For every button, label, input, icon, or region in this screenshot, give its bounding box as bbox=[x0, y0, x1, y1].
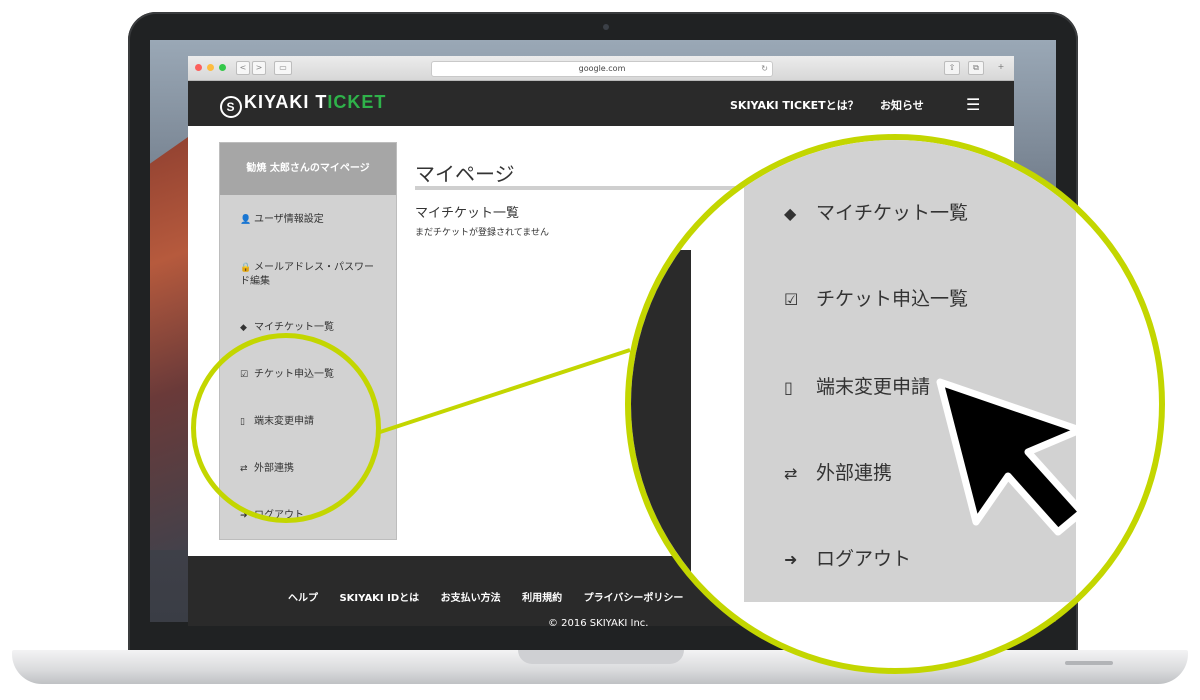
footer-link-help[interactable]: ヘルプ bbox=[288, 593, 318, 604]
footer-link-skiyaki-id[interactable]: SKIYAKI IDとは bbox=[339, 593, 419, 604]
sidebar-toggle-icon[interactable]: ▭ bbox=[274, 61, 292, 75]
menu-icon[interactable]: ☰ bbox=[966, 95, 980, 114]
site-header: S KIYAKI TICKET SKIYAKI TICKETとは？ お知らせ ☰ bbox=[188, 81, 1014, 126]
user-icon: 👤 bbox=[240, 215, 252, 225]
sidebar-item-label: ユーザ情報設定 bbox=[254, 214, 324, 225]
close-window-button[interactable] bbox=[195, 64, 202, 71]
sidebar-item-my-tickets[interactable]: ◆ マイチケット一覧 bbox=[240, 321, 380, 335]
forward-button[interactable]: > bbox=[252, 61, 266, 75]
sidebar-item-email-password[interactable]: 🔒 メールアドレス・パスワード編集 bbox=[240, 261, 380, 289]
share-icon[interactable]: ⇧ bbox=[944, 61, 960, 75]
highlight-circle bbox=[191, 333, 381, 523]
logo-text: KIYAKI T bbox=[244, 92, 328, 112]
lock-icon: 🔒 bbox=[240, 263, 252, 273]
sidebar-item-label: メールアドレス・パスワード編集 bbox=[240, 262, 374, 287]
logo-text-end: CKET bbox=[333, 92, 387, 112]
zoom-item-label: チケット申込一覧 bbox=[816, 288, 969, 310]
site-logo[interactable]: S KIYAKI TICKET bbox=[220, 92, 386, 118]
address-bar[interactable]: google.com ↻ bbox=[431, 61, 773, 77]
zoom-item-label: ログアウト bbox=[816, 548, 912, 570]
laptop-foot bbox=[1065, 661, 1113, 665]
zoom-item-logout[interactable]: ➜ ログアウト bbox=[784, 544, 911, 571]
section-title: マイチケット一覧 bbox=[415, 206, 520, 221]
zoom-item-label: 外部連携 bbox=[816, 462, 893, 484]
ticket-icon: ◆ bbox=[784, 204, 797, 223]
exchange-icon: ⇄ bbox=[784, 464, 798, 483]
tabs-icon[interactable]: ⧉ bbox=[968, 61, 984, 75]
logo-mark: S bbox=[220, 96, 242, 118]
footer-link-terms[interactable]: 利用規約 bbox=[522, 593, 562, 604]
zoom-footer-area bbox=[631, 250, 691, 668]
zoom-item-applications[interactable]: ☑ チケット申込一覧 bbox=[784, 284, 968, 311]
news-link[interactable]: お知らせ bbox=[880, 97, 924, 113]
sidebar-item-user-settings[interactable]: 👤 ユーザ情報設定 bbox=[240, 213, 380, 227]
sidebar-heading: 勧焼 太郎さんのマイページ bbox=[220, 143, 396, 195]
minimize-window-button[interactable] bbox=[207, 64, 214, 71]
zoom-item-device-change[interactable]: ▯ 端末変更申請 bbox=[784, 372, 930, 399]
reload-icon[interactable]: ↻ bbox=[761, 62, 768, 76]
about-link[interactable]: SKIYAKI TICKETとは？ bbox=[730, 97, 859, 113]
url-text: google.com bbox=[578, 64, 626, 73]
maximize-window-button[interactable] bbox=[219, 64, 226, 71]
footer-link-payment[interactable]: お支払い方法 bbox=[441, 593, 501, 604]
logout-icon: ➜ bbox=[784, 550, 798, 569]
zoom-item-label: 端末変更申請 bbox=[816, 376, 931, 398]
zoom-item-my-tickets[interactable]: ◆ マイチケット一覧 bbox=[784, 198, 968, 225]
new-tab-icon[interactable]: + bbox=[994, 61, 1008, 73]
back-button[interactable]: < bbox=[236, 61, 250, 75]
checkbox-icon: ☑ bbox=[784, 290, 799, 309]
zoom-item-external[interactable]: ⇄ 外部連携 bbox=[784, 458, 892, 485]
page-title: マイページ bbox=[415, 162, 515, 186]
empty-message: まだチケットが登録されてません bbox=[415, 228, 550, 238]
mouse-pointer-icon bbox=[936, 378, 1086, 536]
ticket-icon: ◆ bbox=[240, 323, 247, 333]
sidebar-item-label: マイチケット一覧 bbox=[254, 322, 334, 333]
mobile-icon: ▯ bbox=[784, 378, 793, 397]
zoom-item-label: マイチケット一覧 bbox=[816, 202, 969, 224]
camera-dot bbox=[603, 24, 609, 30]
browser-titlebar: < > ▭ google.com ↻ ⇧ ⧉ + bbox=[188, 56, 1014, 81]
